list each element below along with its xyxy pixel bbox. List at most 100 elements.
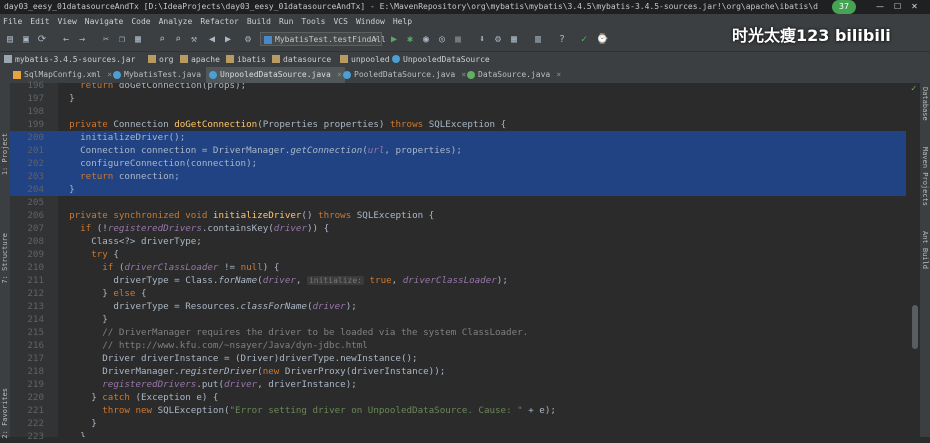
back-icon[interactable]: ← xyxy=(60,34,72,46)
code-line[interactable]: } xyxy=(58,417,906,430)
menu-item-vcs[interactable]: VCS xyxy=(333,17,347,26)
code-line[interactable]: driverType = Class.forName(driver, initi… xyxy=(58,274,906,287)
code-line[interactable]: } catch (Exception e) { xyxy=(58,391,906,404)
menu-item-view[interactable]: View xyxy=(58,17,77,26)
tool-project[interactable]: 1: Project xyxy=(1,133,9,175)
make-icon[interactable]: ⚙ xyxy=(242,34,254,46)
save-icon[interactable]: ▣ xyxy=(20,34,32,46)
code-line[interactable]: if (!registeredDrivers.containsKey(drive… xyxy=(58,222,906,235)
breadcrumb-unpooled[interactable]: unpooled xyxy=(340,52,390,67)
menu-item-edit[interactable]: Edit xyxy=(30,17,49,26)
code-line[interactable]: driverType = Resources.classForName(driv… xyxy=(58,300,906,313)
code-line[interactable]: private Connection doGetConnection(Prope… xyxy=(58,118,906,131)
code-line[interactable]: return doGetConnection(props); xyxy=(58,83,906,92)
tab-datasource-java[interactable]: DataSource.java × xyxy=(464,67,564,83)
breadcrumb-org[interactable]: org xyxy=(148,52,173,67)
code-line[interactable]: Connection connection = DriverManager.ge… xyxy=(58,144,906,157)
run-config-select[interactable]: MybatisTest.testFindAll ▾ xyxy=(260,32,386,46)
close-tab-icon[interactable]: × xyxy=(556,67,561,83)
menu-item-tools[interactable]: Tools xyxy=(301,17,325,26)
help-icon[interactable]: ? xyxy=(556,34,568,46)
vertical-scrollbar[interactable] xyxy=(912,305,918,349)
code-editor[interactable]: return doGetConnection(props); } private… xyxy=(58,83,906,437)
tool-structure[interactable]: 7: Structure xyxy=(1,233,9,284)
breadcrumb-jar[interactable]: mybatis-3.4.5-sources.jar xyxy=(4,52,135,67)
menu-item-window[interactable]: Window xyxy=(356,17,385,26)
replace-icon[interactable]: ⌕ xyxy=(172,34,184,46)
project-structure-icon[interactable]: ▦ xyxy=(508,34,520,46)
breadcrumb-class[interactable]: UnpooledDataSource xyxy=(392,52,490,67)
history-icon[interactable]: ⌚ xyxy=(596,34,608,46)
menu-item-code[interactable]: Code xyxy=(131,17,150,26)
line-number: 216 xyxy=(27,340,44,351)
code-line[interactable]: } xyxy=(58,313,906,326)
close-icon[interactable]: ✕ xyxy=(911,2,918,11)
code-line[interactable]: Driver driverInstance = (Driver)driverTy… xyxy=(58,352,906,365)
code-line[interactable]: private synchronized void initializeDriv… xyxy=(58,209,906,222)
sync-icon[interactable]: ⟳ xyxy=(36,34,48,46)
find-icon[interactable]: ⌕ xyxy=(156,34,168,46)
settings-icon[interactable]: ⚙ xyxy=(492,34,504,46)
tab-pooleddatasource-java[interactable]: PooledDataSource.java × xyxy=(340,67,469,83)
code-line[interactable]: if (driverClassLoader != null) { xyxy=(58,261,906,274)
code-line[interactable]: DriverManager.registerDriver(new DriverP… xyxy=(58,365,906,378)
cut-icon[interactable]: ✂ xyxy=(100,34,112,46)
maximize-icon[interactable]: ☐ xyxy=(894,2,901,11)
menu-item-build[interactable]: Build xyxy=(247,17,271,26)
menu-item-navigate[interactable]: Navigate xyxy=(85,17,124,26)
code-line[interactable]: // http://www.kfu.com/~nsayer/Java/dyn-j… xyxy=(58,339,906,352)
open-icon[interactable]: ▤ xyxy=(4,34,16,46)
code-line[interactable]: // DriverManager requires the driver to … xyxy=(58,326,906,339)
code-line[interactable]: configureConnection(connection); xyxy=(58,157,906,170)
coverage-icon[interactable]: ◉ xyxy=(420,34,432,46)
vcs-commit-icon[interactable]: ✓ xyxy=(578,34,590,46)
stop-icon[interactable]: ■ xyxy=(452,34,464,46)
breadcrumb-ibatis[interactable]: ibatis xyxy=(226,52,266,67)
vcs-update-icon[interactable]: ⬇ xyxy=(476,34,488,46)
profile-icon[interactable]: ◎ xyxy=(436,34,448,46)
sdk-icon[interactable]: ▥ xyxy=(532,34,544,46)
code-line[interactable]: } xyxy=(58,430,906,437)
notification-badge[interactable]: 37 xyxy=(832,0,856,14)
code-line[interactable]: try { xyxy=(58,248,906,261)
tab-unpooleddatasource-java[interactable]: UnpooledDataSource.java × xyxy=(206,67,345,83)
menu-item-help[interactable]: Help xyxy=(393,17,412,26)
breadcrumb-datasource[interactable]: datasource xyxy=(272,52,331,67)
code-line[interactable]: registeredDrivers.put(driver, driverInst… xyxy=(58,378,906,391)
editor-tabs: SqlMapConfig.xml×MybatisTest.java×Unpool… xyxy=(0,67,930,84)
inspection-ok-icon[interactable]: ✓ xyxy=(911,84,916,94)
code-line[interactable]: } xyxy=(58,92,906,105)
run-icon[interactable]: ▶ xyxy=(388,34,400,46)
nav-forward-icon[interactable]: ▶ xyxy=(222,34,234,46)
menu-item-file[interactable]: File xyxy=(3,17,22,26)
code-line[interactable] xyxy=(58,105,906,118)
tool-database[interactable]: Database xyxy=(921,87,929,121)
code-line[interactable] xyxy=(58,196,906,209)
nav-back-icon[interactable]: ◀ xyxy=(206,34,218,46)
code-line[interactable]: Class<?> driverType; xyxy=(58,235,906,248)
tool-maven[interactable]: Maven Projects xyxy=(921,147,929,206)
menu-item-refactor[interactable]: Refactor xyxy=(200,17,239,26)
build-icon[interactable]: ⚒ xyxy=(188,34,200,46)
line-number-gutter[interactable]: 196 197 198 199 200 201 202 203 204 205 206 207 208 2… xyxy=(10,80,65,442)
tool-ant[interactable]: Ant Build xyxy=(921,231,929,269)
forward-icon[interactable]: → xyxy=(76,34,88,46)
code-line[interactable]: throw new SQLException("Error setting dr… xyxy=(58,404,906,417)
debug-icon[interactable]: ✱ xyxy=(404,34,416,46)
menu-item-run[interactable]: Run xyxy=(279,17,293,26)
menu-item-analyze[interactable]: Analyze xyxy=(159,17,193,26)
tool-favorites[interactable]: 2: Favorites xyxy=(1,388,9,439)
minimize-icon[interactable]: — xyxy=(876,2,884,11)
code-line[interactable]: } xyxy=(58,183,906,196)
paste-icon[interactable]: ▦ xyxy=(132,34,144,46)
code-token: != xyxy=(218,262,241,273)
line-number: 218 xyxy=(27,366,44,377)
code-line[interactable]: } else { xyxy=(58,287,906,300)
code-line[interactable]: initializeDriver(); xyxy=(58,131,906,144)
copy-icon[interactable]: ❐ xyxy=(116,34,128,46)
code-line[interactable]: return connection; xyxy=(58,170,906,183)
breadcrumb-apache[interactable]: apache xyxy=(180,52,220,67)
tab-mybatistest-java[interactable]: MybatisTest.java× xyxy=(110,67,215,83)
